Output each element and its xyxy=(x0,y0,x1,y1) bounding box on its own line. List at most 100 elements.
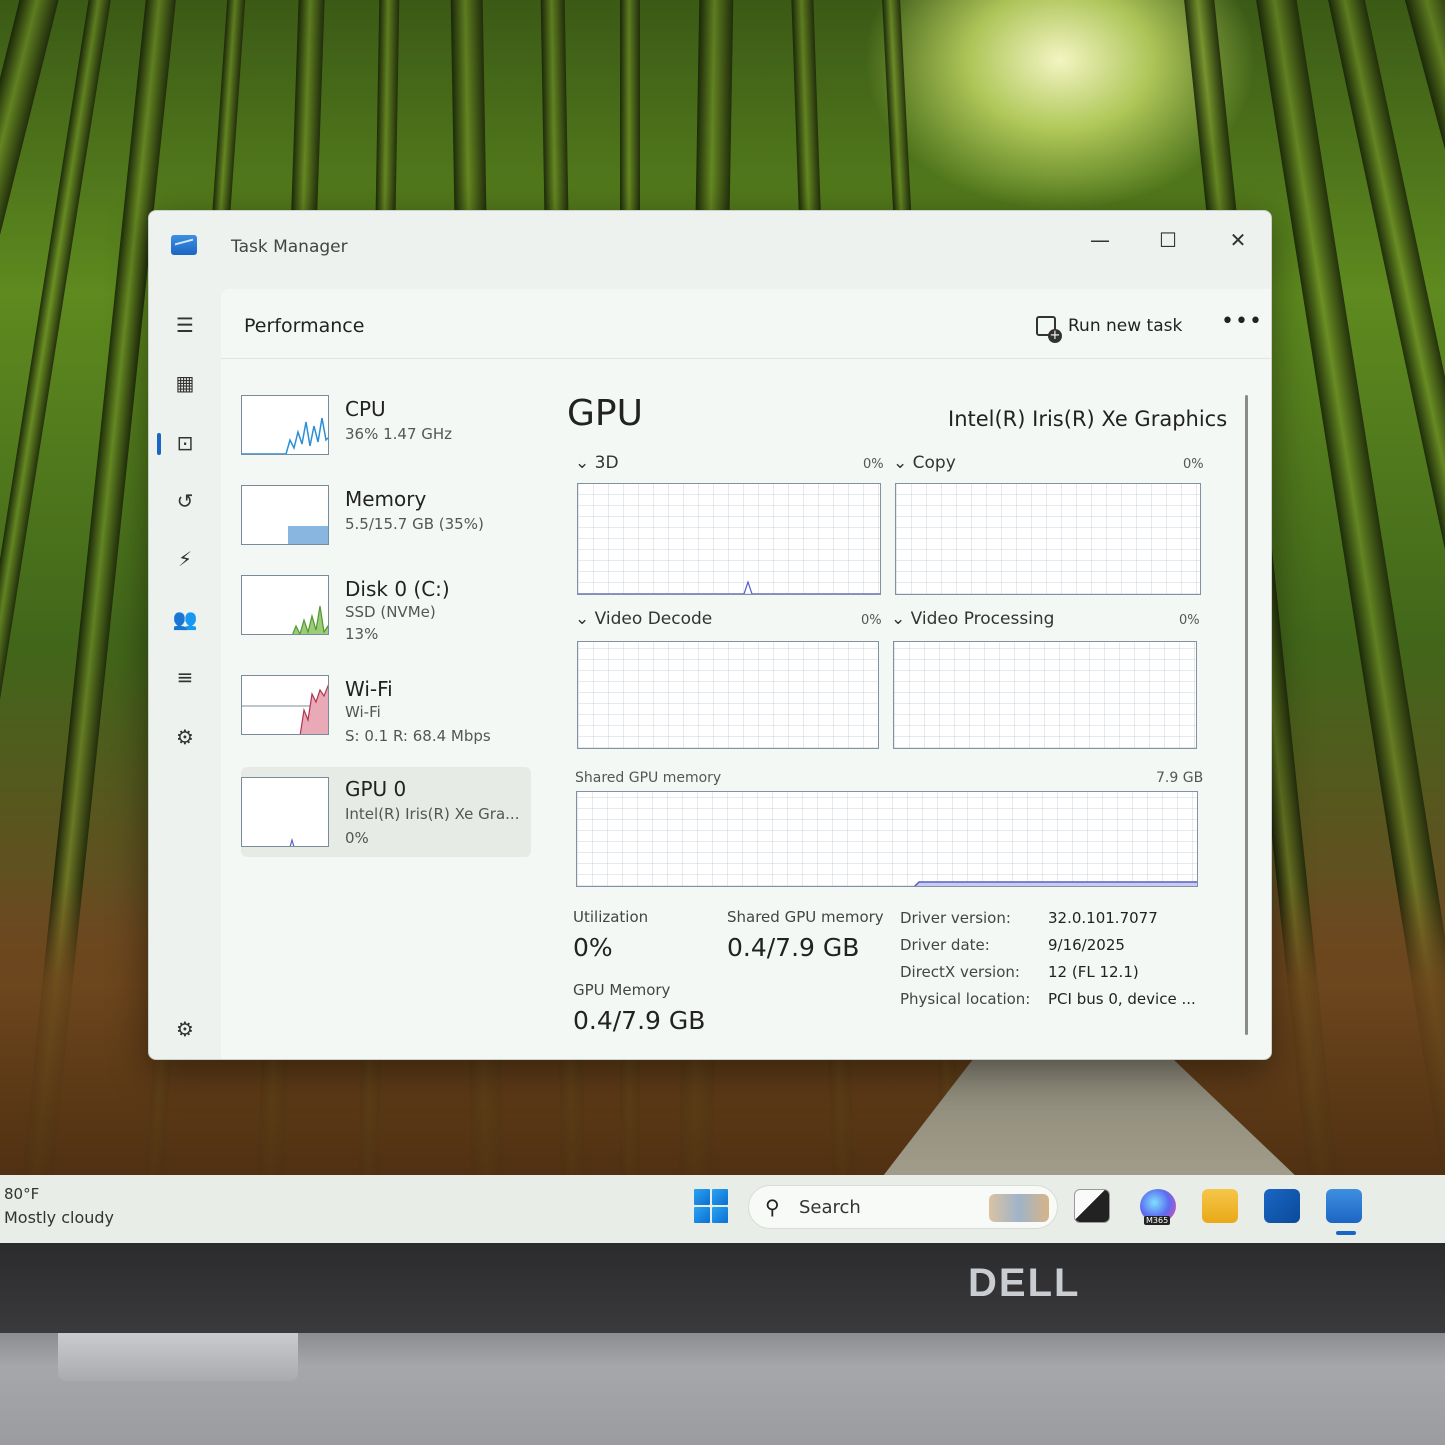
task-manager-taskbar-icon[interactable] xyxy=(1326,1189,1362,1223)
shared-memory-value: 0.4/7.9 GB xyxy=(727,933,860,962)
window-title: Task Manager xyxy=(231,237,348,257)
maximize-button[interactable]: ☐ xyxy=(1145,223,1191,257)
shared-memory-graph-max: 7.9 GB xyxy=(1156,770,1204,786)
gpu-model-short: Intel(R) Iris(R) Xe Gra... xyxy=(345,805,520,823)
resource-disk[interactable]: Disk 0 (C:) SSD (NVMe) 13% xyxy=(241,567,531,649)
engine-video-decode-pct: 0% xyxy=(861,613,882,628)
engine-3d-dropdown[interactable]: ⌄ 3D xyxy=(575,453,619,473)
cpu-thumbnail-graph xyxy=(241,395,329,455)
utilization-label: Utilization xyxy=(573,908,649,926)
processes-icon[interactable]: ▦ xyxy=(171,369,199,397)
disk-type: SSD (NVMe) xyxy=(345,603,436,621)
m365-copilot-icon[interactable]: M365 xyxy=(1140,1189,1176,1225)
vertical-scrollbar[interactable] xyxy=(1245,395,1248,1035)
minimize-button[interactable]: — xyxy=(1077,223,1123,257)
app-history-icon[interactable]: ↺ xyxy=(171,487,199,515)
wifi-thumbnail-graph xyxy=(241,675,329,735)
windows-logo-icon xyxy=(694,1189,710,1205)
wifi-name: Wi-Fi xyxy=(345,677,393,701)
driver-version-value: 32.0.101.7077 xyxy=(1048,909,1158,927)
startup-apps-icon[interactable]: ⚡ xyxy=(171,545,199,573)
laptop-bezel: DELL xyxy=(0,1243,1445,1333)
wifi-adapter: Wi-Fi xyxy=(345,703,381,721)
directx-version-label: DirectX version: xyxy=(900,963,1020,981)
engine-copy-label: Copy xyxy=(912,453,956,473)
gpu-model: Intel(R) Iris(R) Xe Graphics xyxy=(948,407,1228,431)
shared-memory-label: Shared GPU memory xyxy=(727,908,884,926)
laptop-hinge xyxy=(58,1333,298,1381)
engine-3d-label: 3D xyxy=(594,453,619,473)
engine-copy-graph xyxy=(895,483,1201,595)
directx-version-value: 12 (FL 12.1) xyxy=(1048,963,1139,981)
cpu-name: CPU xyxy=(345,397,386,421)
users-icon[interactable]: 👥 xyxy=(171,605,199,633)
driver-date-value: 9/16/2025 xyxy=(1048,936,1125,954)
resource-cpu[interactable]: CPU 36% 1.47 GHz xyxy=(241,387,531,469)
task-manager-app-icon xyxy=(171,235,197,255)
microsoft-store-icon[interactable] xyxy=(1264,1189,1300,1223)
task-view-icon[interactable] xyxy=(1074,1189,1110,1223)
run-new-task-button[interactable]: Run new task xyxy=(1036,311,1183,343)
shared-memory-graph-label: Shared GPU memory xyxy=(575,770,722,786)
engine-copy-pct: 0% xyxy=(1183,457,1204,472)
search-placeholder: Search xyxy=(799,1197,861,1218)
run-new-task-label: Run new task xyxy=(1068,316,1183,336)
physical-location-value: PCI bus 0, device ... xyxy=(1048,990,1196,1008)
services-icon[interactable]: ⚙ xyxy=(171,723,199,751)
shared-memory-graph xyxy=(576,791,1198,887)
weather-description: Mostly cloudy xyxy=(4,1208,114,1227)
gpu-thumbnail-graph xyxy=(241,777,329,847)
active-app-indicator xyxy=(1336,1231,1356,1235)
hamburger-icon[interactable]: ☰ xyxy=(171,311,199,339)
performance-page: Performance Run new task ••• CPU 36% 1.4… xyxy=(221,289,1271,1059)
engine-video-decode-graph xyxy=(577,641,879,749)
gpu-usage: 0% xyxy=(345,829,369,847)
search-highlight-image xyxy=(989,1194,1049,1222)
more-options-button[interactable]: ••• xyxy=(1221,309,1263,334)
engine-3d-graph xyxy=(577,483,881,595)
physical-location-label: Physical location: xyxy=(900,990,1031,1008)
engine-3d-pct: 0% xyxy=(863,457,884,472)
taskbar: 80°F Mostly cloudy ⚲ Search M365 xyxy=(0,1175,1445,1243)
side-navigation: ☰ ▦ ⊡ ↺ ⚡ 👥 ≡ ⚙ ⚙ xyxy=(149,281,221,1059)
engine-video-processing-label: Video Processing xyxy=(910,609,1055,629)
run-task-icon xyxy=(1036,316,1062,343)
details-icon[interactable]: ≡ xyxy=(171,663,199,691)
memory-thumbnail-graph xyxy=(241,485,329,545)
engine-video-decode-dropdown[interactable]: ⌄ Video Decode xyxy=(575,609,712,629)
memory-usage: 5.5/15.7 GB (35%) xyxy=(345,515,484,533)
gpu-name: GPU 0 xyxy=(345,777,407,801)
start-button[interactable] xyxy=(694,1189,728,1223)
page-title: Performance xyxy=(244,315,365,337)
cpu-usage: 36% 1.47 GHz xyxy=(345,425,453,443)
engine-copy-dropdown[interactable]: ⌄ Copy xyxy=(893,453,956,473)
disk-usage: 13% xyxy=(345,625,379,643)
laptop-base xyxy=(0,1333,1445,1445)
weather-temperature: 80°F xyxy=(4,1185,40,1203)
page-header: Performance Run new task ••• xyxy=(221,289,1271,359)
resource-wifi[interactable]: Wi-Fi Wi-Fi S: 0.1 R: 68.4 Mbps xyxy=(241,667,531,749)
gpu-title: GPU xyxy=(567,393,643,434)
search-icon: ⚲ xyxy=(765,1195,780,1219)
wifi-throughput: S: 0.1 R: 68.4 Mbps xyxy=(345,727,491,745)
performance-icon[interactable]: ⊡ xyxy=(171,429,199,457)
taskbar-search[interactable]: ⚲ Search xyxy=(748,1185,1058,1229)
file-explorer-icon[interactable] xyxy=(1202,1189,1238,1223)
resource-gpu[interactable]: GPU 0 Intel(R) Iris(R) Xe Gra... 0% xyxy=(241,767,531,857)
disk-thumbnail-graph xyxy=(241,575,329,635)
resource-memory[interactable]: Memory 5.5/15.7 GB (35%) xyxy=(241,477,531,559)
engine-video-processing-pct: 0% xyxy=(1179,613,1200,628)
task-manager-window: Task Manager — ☐ ✕ ☰ ▦ ⊡ ↺ ⚡ 👥 ≡ ⚙ ⚙ Per… xyxy=(148,210,1272,1060)
driver-date-label: Driver date: xyxy=(900,936,990,954)
driver-version-label: Driver version: xyxy=(900,909,1011,927)
gpu-memory-value: 0.4/7.9 GB xyxy=(573,1006,706,1035)
close-button[interactable]: ✕ xyxy=(1215,223,1261,257)
engine-video-processing-dropdown[interactable]: ⌄ Video Processing xyxy=(891,609,1054,629)
engine-video-decode-label: Video Decode xyxy=(594,609,713,629)
utilization-value: 0% xyxy=(573,933,613,962)
title-bar[interactable]: Task Manager — ☐ ✕ xyxy=(149,211,1271,281)
disk-name: Disk 0 (C:) xyxy=(345,577,450,601)
gpu-memory-label: GPU Memory xyxy=(573,981,671,999)
settings-icon[interactable]: ⚙ xyxy=(171,1015,199,1043)
engine-video-processing-graph xyxy=(893,641,1197,749)
